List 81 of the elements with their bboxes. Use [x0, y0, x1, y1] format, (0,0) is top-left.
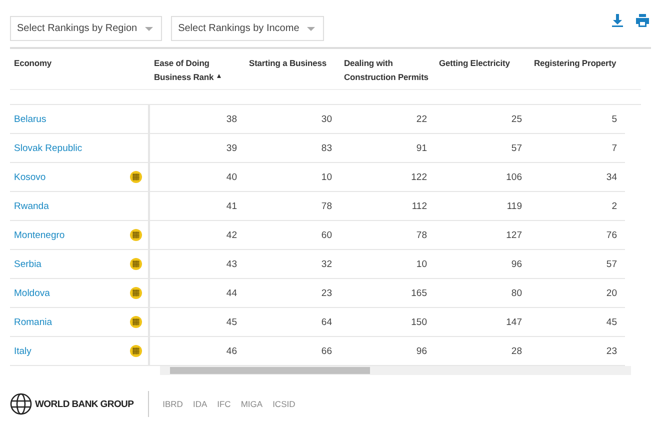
economy-link[interactable]: Kosovo: [14, 172, 46, 182]
caret-icon: [307, 26, 316, 30]
sort-ascending-icon: [216, 74, 221, 78]
table-cell: 96: [416, 346, 427, 356]
table-cell: 147: [506, 316, 522, 328]
brand-name: WORLD BANK GROUP: [35, 398, 134, 410]
table-cell: 96: [511, 258, 522, 270]
table-cell: 45: [606, 316, 617, 328]
table-cell: 78: [321, 200, 332, 212]
table-cell: 46: [226, 346, 237, 356]
horizontal-scrollbar[interactable]: [160, 366, 631, 375]
table-cell: 7: [612, 142, 617, 154]
footer-link[interactable]: IBRD: [162, 399, 183, 409]
table-cell: 122: [411, 172, 427, 182]
grid-badge-icon: [130, 171, 142, 183]
table-cell: 30: [321, 114, 332, 124]
column-header[interactable]: Starting a Business: [249, 56, 326, 70]
table-cell: 40: [226, 172, 237, 182]
table-cell: 10: [321, 172, 332, 182]
table-cell: 45: [226, 316, 237, 328]
footer-link[interactable]: IFC: [217, 399, 231, 409]
table-cell: 76: [606, 230, 617, 240]
column-header[interactable]: Registering Property: [534, 56, 616, 70]
print-icon[interactable]: [636, 14, 649, 27]
footer-link[interactable]: MIGA: [240, 399, 263, 409]
globe-icon: [10, 393, 32, 415]
table-cell: 5: [612, 114, 617, 124]
table-cell: 10: [416, 258, 427, 270]
footer-link[interactable]: IDA: [192, 399, 208, 409]
table-cell: 119: [506, 200, 522, 212]
column-header[interactable]: Dealing with Construction Permits: [344, 56, 434, 84]
caret-icon: [145, 26, 154, 30]
grid-badge-icon: [130, 229, 142, 241]
table-cell: 43: [226, 258, 237, 270]
economy-link[interactable]: Slovak Republic: [14, 142, 82, 154]
grid-badge-icon: [130, 316, 142, 328]
table-cell: 57: [511, 142, 522, 154]
table-cell: 25: [511, 114, 522, 124]
grid-badge-icon: [130, 258, 142, 270]
economy-link[interactable]: Montenegro: [14, 230, 65, 240]
table-cell: 22: [416, 114, 427, 124]
footer-link[interactable]: ICSID: [272, 399, 296, 409]
table-cell: 106: [506, 172, 522, 182]
column-header[interactable]: Ease of Doing Business Rank: [154, 56, 244, 84]
filter-dropdown[interactable]: Select Rankings by Region: [10, 16, 162, 41]
table-cell: 150: [411, 316, 427, 328]
table-cell: 165: [411, 288, 427, 298]
table-cell: 44: [226, 288, 237, 298]
table-cell: 78: [416, 230, 427, 240]
table-cell: 80: [511, 288, 522, 298]
table-cell: 20: [606, 288, 617, 298]
table-cell: 57: [606, 258, 617, 270]
economy-link[interactable]: Moldova: [14, 288, 50, 298]
table-cell: 39: [226, 142, 237, 154]
table-cell: 23: [606, 346, 617, 356]
grid-badge-icon: [130, 345, 142, 357]
table-cell: 2: [612, 200, 617, 212]
download-icon[interactable]: [611, 14, 624, 27]
table-cell: 64: [321, 316, 332, 328]
table-cell: 23: [321, 288, 332, 298]
table-cell: 38: [226, 114, 237, 124]
economy-link[interactable]: Rwanda: [14, 200, 49, 212]
table-cell: 42: [226, 230, 237, 240]
economy-link[interactable]: Belarus: [14, 114, 46, 124]
table-cell: 34: [606, 172, 617, 182]
table-cell: 28: [511, 346, 522, 356]
table-cell: 60: [321, 230, 332, 240]
column-header[interactable]: Economy: [14, 56, 52, 70]
table-cell: 91: [416, 142, 427, 154]
economy-link[interactable]: Serbia: [14, 258, 42, 270]
table-cell: 66: [321, 346, 332, 356]
column-header[interactable]: Getting Electricity: [439, 56, 510, 70]
table-cell: 32: [321, 258, 332, 270]
table-cell: 83: [321, 142, 332, 154]
table-cell: 41: [226, 200, 237, 212]
economy-link[interactable]: Italy: [14, 346, 32, 356]
table-cell: 112: [412, 200, 427, 212]
economy-link[interactable]: Romania: [14, 316, 52, 328]
grid-badge-icon: [130, 287, 142, 299]
filter-dropdown[interactable]: Select Rankings by Income: [171, 16, 324, 41]
table-cell: 127: [506, 230, 522, 240]
